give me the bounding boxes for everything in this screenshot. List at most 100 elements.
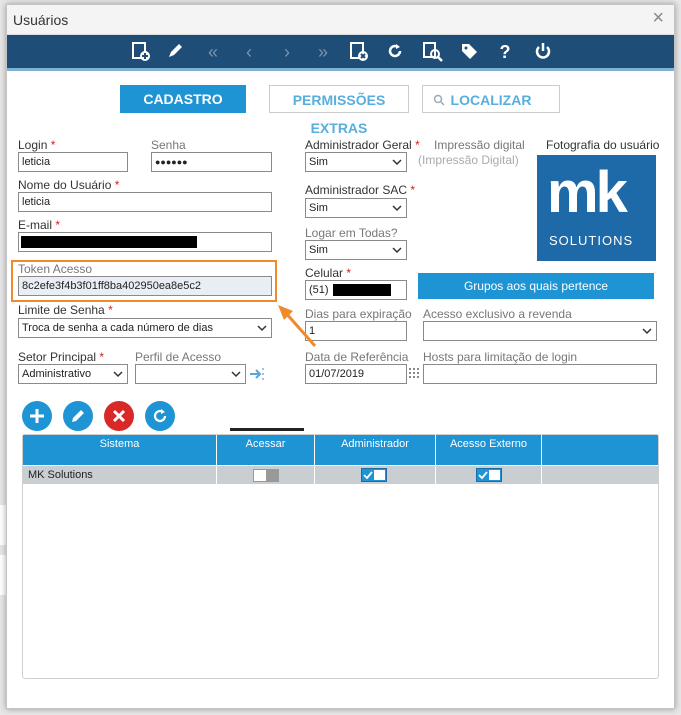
setor-select[interactable]: Administrativo [18,364,128,384]
close-icon[interactable]: × [652,8,664,28]
logo-solutions: SOLUTIONS [549,233,634,248]
refresh-icon [153,409,167,423]
hosts-field[interactable] [423,364,657,384]
token-label: Token Acesso [18,262,93,276]
chevron-down-icon [392,159,402,166]
refresh-icon[interactable] [383,40,407,64]
redacted-email [21,236,197,248]
senha-field[interactable]: ●●●●●● [151,152,272,172]
admin-geral-value: Sim [309,156,328,168]
email-field[interactable] [18,232,272,252]
edit-button[interactable] [63,401,93,431]
last-icon[interactable]: » [311,40,335,64]
admin-sac-label: Administrador SAC * [305,183,416,197]
limite-select[interactable]: Troca de senha a cada número de dias [18,318,272,338]
calendar-icon[interactable] [409,368,423,380]
redacted-phone [333,284,391,296]
limite-label: Limite de Senha * [18,303,113,317]
setor-label: Setor Principal * [18,350,105,364]
tab-underline [230,428,304,431]
delete-icon[interactable] [347,40,371,64]
acesso-revenda-select[interactable] [423,321,657,341]
tag-icon[interactable] [457,40,481,64]
refresh-button[interactable] [145,401,175,431]
tab-localizar[interactable]: LOCALIZAR [422,85,560,113]
cell-administrador [315,466,436,484]
admin-geral-select[interactable]: Sim [305,152,407,172]
plus-icon [30,409,44,423]
admin-geral-label: Administrador Geral * [305,138,420,152]
acesso-revenda-label: Acesso exclusivo a revenda [423,307,572,321]
delete-button[interactable] [104,401,134,431]
table-header: Sistema Acessar Administrador Acesso Ext… [23,435,658,465]
power-icon[interactable] [531,40,555,64]
chevron-down-icon [392,205,402,212]
users-dialog: Usuários × « ‹ › » ? CADASTRO PERMISSÕES… [6,4,675,709]
col-acesso-externo[interactable]: Acesso Externo [436,435,542,465]
data-ref-label: Data de Referência [305,350,409,364]
perfil-label: Perfil de Acesso [135,350,222,364]
table-row[interactable]: MK Solutions [23,466,658,484]
edit-icon[interactable] [163,40,187,64]
cell-acesso-externo [436,466,542,484]
col-administrador[interactable]: Administrador [315,435,436,465]
limite-value: Troca de senha a cada número de dias [22,322,213,334]
email-label: E-mail * [18,218,61,232]
pencil-icon [72,410,84,422]
login-label: Login * [18,138,56,152]
chevron-down-icon [231,371,241,378]
admin-sac-value: Sim [309,202,328,214]
col-acessar[interactable]: Acessar [217,435,315,465]
user-photo: mk SOLUTIONS [537,155,656,261]
dias-expiracao-field[interactable]: 1 [305,321,407,341]
previous-icon[interactable]: ‹ [237,40,261,64]
perfil-select[interactable] [135,364,246,384]
tab-localizar-label: LOCALIZAR [450,92,532,108]
impressao-label: Impressão digital [434,138,525,152]
tab-permissoes-extras[interactable]: PERMISSÕES EXTRAS [269,85,409,136]
celular-field[interactable]: (51) [305,280,407,300]
title-bar: Usuários × [7,5,674,35]
celular-label: Celular * [305,266,352,280]
search-icon [433,86,445,116]
add-button[interactable] [22,401,52,431]
chevron-down-icon [257,325,267,332]
open-perfil-icon[interactable] [249,366,267,382]
tab-cadastro[interactable]: CADASTRO [120,85,246,113]
logar-todas-select[interactable]: Sim [305,240,407,260]
setor-value: Administrativo [22,368,92,380]
search-icon[interactable] [421,40,445,64]
administrador-checkbox[interactable] [361,468,387,482]
foto-label: Fotografia do usuário [546,138,660,152]
close-icon [112,409,126,423]
chevron-down-icon [392,247,402,254]
admin-sac-select[interactable]: Sim [305,198,407,218]
logar-todas-value: Sim [309,244,328,256]
systems-table: Sistema Acessar Administrador Acesso Ext… [22,434,659,679]
first-icon[interactable]: « [201,40,225,64]
senha-label: Senha [151,138,186,152]
chevron-down-icon [113,371,123,378]
impressao-placeholder: (Impressão Digital) [418,153,519,167]
grupos-button[interactable]: Grupos aos quais pertence [418,273,654,299]
add-user-icon[interactable] [129,40,153,64]
next-icon[interactable]: › [275,40,299,64]
col-sistema[interactable]: Sistema [23,435,217,465]
token-field[interactable]: 8c2efe3f4b3f01ff8ba402950ea8e5c2 [18,276,272,296]
cell-acessar [217,466,315,484]
annotation-arrow [278,305,317,347]
logo-mk: mk [547,160,628,225]
celular-value: (51) [309,284,329,296]
dias-expiracao-label: Dias para expiração [305,307,412,321]
dialog-title: Usuários [13,12,69,28]
acesso-externo-checkbox[interactable] [476,468,502,482]
data-ref-field[interactable]: 01/07/2019 [305,364,407,384]
logar-todas-label: Logar em Todas? [305,226,398,240]
hosts-label: Hosts para limitação de login [423,350,578,364]
login-field[interactable]: leticia [18,152,128,172]
help-icon[interactable]: ? [493,40,517,64]
chevron-down-icon [642,328,652,335]
toolbar: « ‹ › » ? [7,35,674,71]
nome-field[interactable]: leticia [18,192,272,212]
acessar-toggle[interactable] [253,469,279,482]
